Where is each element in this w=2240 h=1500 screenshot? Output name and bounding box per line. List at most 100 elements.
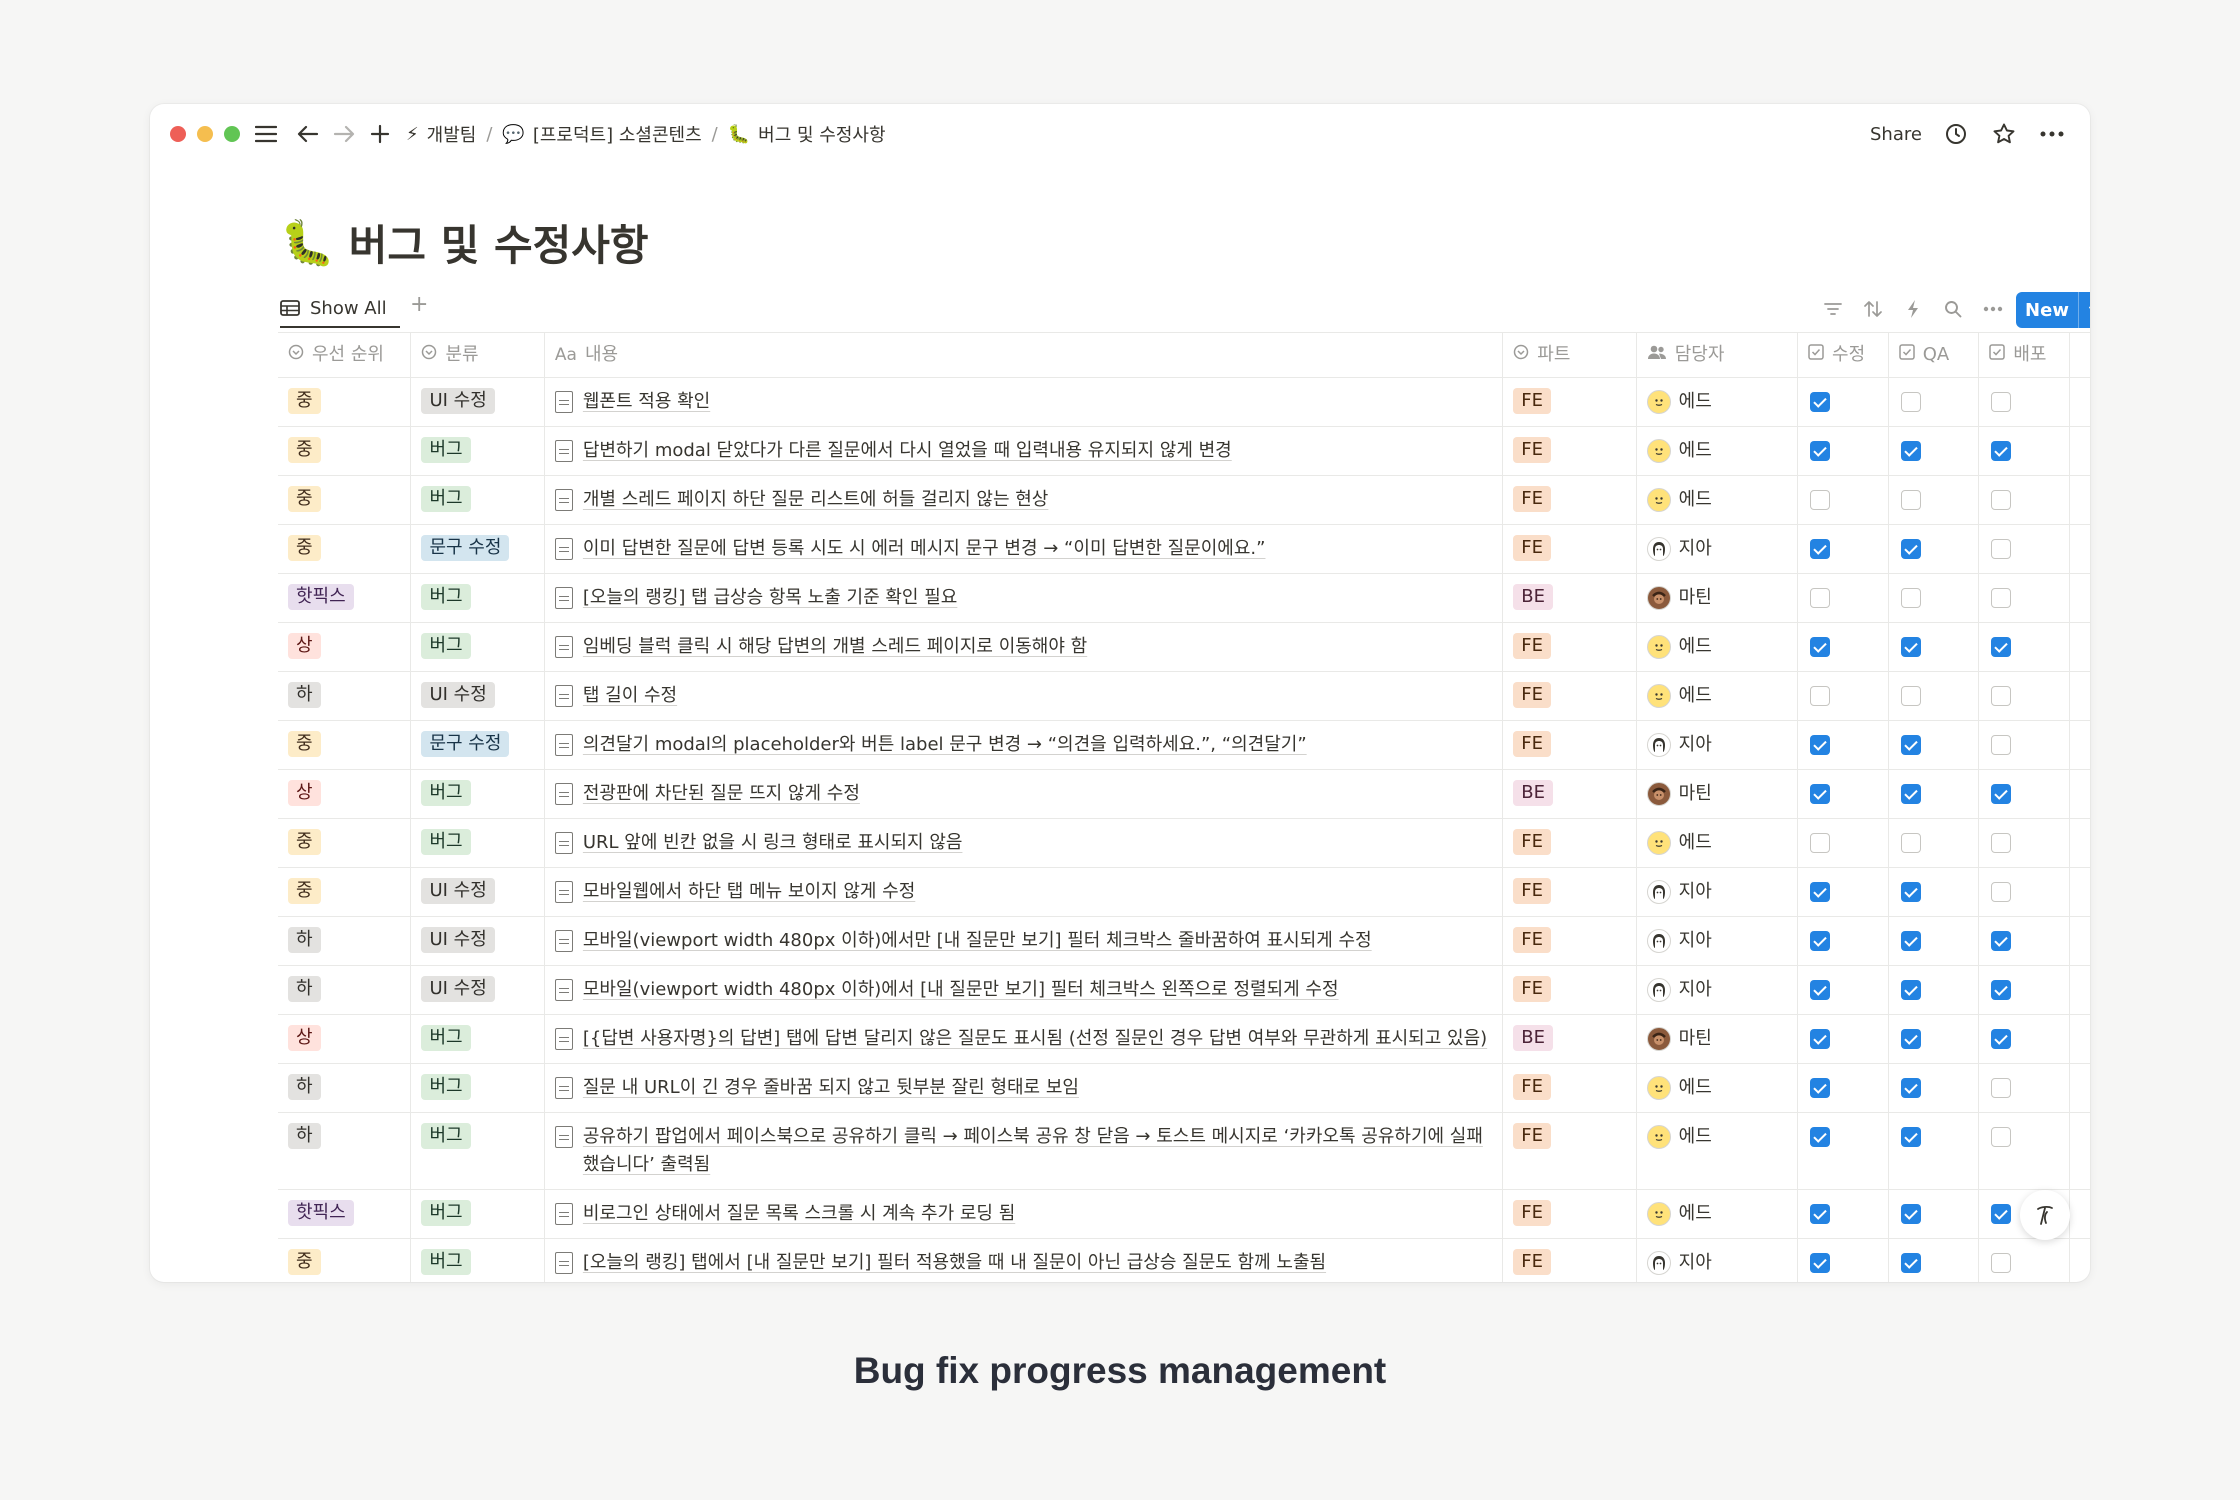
column-header-fix[interactable]: 수정 xyxy=(1798,333,1889,377)
content-cell[interactable]: 임베딩 블럭 클릭 시 해당 답변의 개별 스레드 페이지로 이동해야 함 xyxy=(545,623,1504,671)
priority-cell[interactable]: 중 xyxy=(278,819,412,867)
fix-checkbox[interactable] xyxy=(1809,784,1830,804)
assignee-cell[interactable]: 지아 xyxy=(1637,917,1798,965)
priority-cell[interactable]: 상 xyxy=(278,770,412,818)
content-cell[interactable]: [{답변 사용자명}의 답변] 탭에 답변 달리지 않은 질문도 표시됨 (선정… xyxy=(545,1015,1504,1063)
assignee-cell[interactable]: 지아 xyxy=(1637,868,1798,916)
priority-cell[interactable]: 하 xyxy=(278,672,412,720)
star-icon[interactable] xyxy=(1988,118,2020,150)
search-icon[interactable] xyxy=(1938,294,1968,324)
minimize-window-button[interactable] xyxy=(197,126,213,142)
assignee-cell[interactable]: 지아 xyxy=(1637,525,1798,573)
part-cell[interactable]: FE xyxy=(1503,1064,1637,1112)
task-title[interactable]: 답변하기 modal 닫았다가 다른 질문에서 다시 열었을 때 입력내용 유지… xyxy=(583,437,1232,465)
table-row[interactable]: 중 문구 수정 의견달기 modal의 placeholder와 버튼 label … xyxy=(278,721,2090,770)
category-cell[interactable]: 버그 xyxy=(411,819,545,867)
part-cell[interactable]: FE xyxy=(1503,966,1637,1014)
fix-checkbox[interactable] xyxy=(1809,1127,1830,1147)
filter-icon[interactable] xyxy=(1818,294,1848,324)
priority-cell[interactable]: 중 xyxy=(278,525,412,573)
assignee-cell[interactable]: 마틴 xyxy=(1637,574,1798,622)
qa-checkbox[interactable] xyxy=(1900,588,1921,608)
column-header-part[interactable]: 파트 xyxy=(1503,333,1637,377)
assignee-cell[interactable]: 에드 xyxy=(1637,378,1798,426)
task-title[interactable]: 의견달기 modal의 placeholder와 버튼 label 문구 변경 … xyxy=(583,731,1307,759)
fix-checkbox[interactable] xyxy=(1809,686,1830,706)
part-cell[interactable]: BE xyxy=(1503,1015,1637,1063)
assignee-cell[interactable]: 에드 xyxy=(1637,427,1798,475)
content-cell[interactable]: URL 앞에 빈칸 없을 시 링크 형태로 표시되지 않음 xyxy=(545,819,1504,867)
qa-checkbox[interactable] xyxy=(1900,1029,1921,1049)
deploy-checkbox[interactable] xyxy=(1991,980,2012,1000)
part-cell[interactable]: FE xyxy=(1503,427,1637,475)
fix-checkbox[interactable] xyxy=(1809,1253,1830,1273)
part-cell[interactable]: FE xyxy=(1503,721,1637,769)
category-cell[interactable]: UI 수정 xyxy=(411,917,545,965)
deploy-checkbox[interactable] xyxy=(1991,441,2012,461)
deploy-checkbox[interactable] xyxy=(1991,931,2012,951)
table-row[interactable]: 핫픽스 버그 [오늘의 랭킹] 탭 급상승 항목 노출 기준 확인 필요 BE 마틴 xyxy=(278,574,2090,623)
table-row[interactable]: 중 버그 답변하기 modal 닫았다가 다른 질문에서 다시 열었을 때 입력내용… xyxy=(278,427,2090,476)
priority-cell[interactable]: 하 xyxy=(278,1064,412,1112)
deploy-checkbox[interactable] xyxy=(1991,833,2012,853)
table-row[interactable]: 하 UI 수정 탭 길이 수정 FE 에드 xyxy=(278,672,2090,721)
part-cell[interactable]: FE xyxy=(1503,672,1637,720)
help-button[interactable] xyxy=(2020,1190,2070,1240)
deploy-checkbox[interactable] xyxy=(1991,1029,2012,1049)
breadcrumb-item-team[interactable]: ⚡ 개발팀 xyxy=(406,121,476,147)
priority-cell[interactable]: 하 xyxy=(278,1113,412,1189)
task-title[interactable]: 모바일웹에서 하단 탭 메뉴 보이지 않게 수정 xyxy=(583,878,915,906)
add-view-icon[interactable]: + xyxy=(410,292,428,317)
sort-icon[interactable] xyxy=(1858,294,1888,324)
fix-checkbox[interactable] xyxy=(1809,539,1830,559)
part-cell[interactable]: FE xyxy=(1503,819,1637,867)
task-title[interactable]: 탭 길이 수정 xyxy=(583,682,677,710)
table-row[interactable]: 중 UI 수정 모바일웹에서 하단 탭 메뉴 보이지 않게 수정 FE 지아 xyxy=(278,868,2090,917)
qa-checkbox[interactable] xyxy=(1900,441,1921,461)
column-header-category[interactable]: 분류 xyxy=(411,333,545,377)
assignee-cell[interactable]: 에드 xyxy=(1637,1113,1798,1189)
task-title[interactable]: 개별 스레드 페이지 하단 질문 리스트에 허들 걸리지 않는 현상 xyxy=(583,486,1049,514)
qa-checkbox[interactable] xyxy=(1900,1204,1921,1224)
part-cell[interactable]: FE xyxy=(1503,525,1637,573)
task-title[interactable]: 웹폰트 적용 확인 xyxy=(583,388,710,416)
fix-checkbox[interactable] xyxy=(1809,882,1830,902)
assignee-cell[interactable]: 에드 xyxy=(1637,672,1798,720)
content-cell[interactable]: 질문 내 URL이 긴 경우 줄바꿈 되지 않고 뒷부분 잘린 형태로 보임 xyxy=(545,1064,1504,1112)
category-cell[interactable]: 버그 xyxy=(411,574,545,622)
view-tab-show-all[interactable]: Show All xyxy=(280,288,387,328)
table-row[interactable]: 하 버그 질문 내 URL이 긴 경우 줄바꿈 되지 않고 뒷부분 잘린 형태로 보… xyxy=(278,1064,2090,1113)
category-cell[interactable]: 버그 xyxy=(411,476,545,524)
table-row[interactable]: 하 UI 수정 모바일(viewport width 480px 이하)에서 [내 … xyxy=(278,966,2090,1015)
fix-checkbox[interactable] xyxy=(1809,833,1830,853)
assignee-cell[interactable]: 마틴 xyxy=(1637,770,1798,818)
category-cell[interactable]: UI 수정 xyxy=(411,868,545,916)
content-cell[interactable]: 이미 답변한 질문에 답변 등록 시도 시 에러 메시지 문구 변경 → “이미… xyxy=(545,525,1504,573)
share-button[interactable]: Share xyxy=(1870,118,1922,150)
category-cell[interactable]: 버그 xyxy=(411,770,545,818)
category-cell[interactable]: 버그 xyxy=(411,1239,545,1282)
content-cell[interactable]: 비로그인 상태에서 질문 목록 스크롤 시 계속 추가 로딩 됨 xyxy=(545,1190,1504,1238)
part-cell[interactable]: FE xyxy=(1503,917,1637,965)
qa-checkbox[interactable] xyxy=(1900,784,1921,804)
part-cell[interactable]: FE xyxy=(1503,868,1637,916)
maximize-window-button[interactable] xyxy=(224,126,240,142)
fix-checkbox[interactable] xyxy=(1809,931,1830,951)
task-title[interactable]: 임베딩 블럭 클릭 시 해당 답변의 개별 스레드 페이지로 이동해야 함 xyxy=(583,633,1087,661)
task-title[interactable]: 공유하기 팝업에서 페이스북으로 공유하기 클릭 → 페이스북 공유 창 닫음 … xyxy=(583,1123,1492,1179)
part-cell[interactable]: FE xyxy=(1503,623,1637,671)
priority-cell[interactable]: 중 xyxy=(278,868,412,916)
task-title[interactable]: [{답변 사용자명}의 답변] 탭에 답변 달리지 않은 질문도 표시됨 (선정… xyxy=(583,1025,1487,1053)
category-cell[interactable]: 버그 xyxy=(411,623,545,671)
priority-cell[interactable]: 중 xyxy=(278,1239,412,1282)
task-title[interactable]: 모바일(viewport width 480px 이하)에서만 [내 질문만 보… xyxy=(583,927,1372,955)
deploy-checkbox[interactable] xyxy=(1991,539,2012,559)
category-cell[interactable]: 버그 xyxy=(411,427,545,475)
task-title[interactable]: [오늘의 랭킹] 탭 급상승 항목 노출 기준 확인 필요 xyxy=(583,584,957,612)
assignee-cell[interactable]: 에드 xyxy=(1637,476,1798,524)
qa-checkbox[interactable] xyxy=(1900,686,1921,706)
page-title-text[interactable]: 버그 및 수정사항 xyxy=(349,212,649,273)
task-title[interactable]: 질문 내 URL이 긴 경우 줄바꿈 되지 않고 뒷부분 잘린 형태로 보임 xyxy=(583,1074,1079,1102)
column-header-assignee[interactable]: 담당자 xyxy=(1637,333,1799,377)
task-title[interactable]: URL 앞에 빈칸 없을 시 링크 형태로 표시되지 않음 xyxy=(583,829,963,857)
